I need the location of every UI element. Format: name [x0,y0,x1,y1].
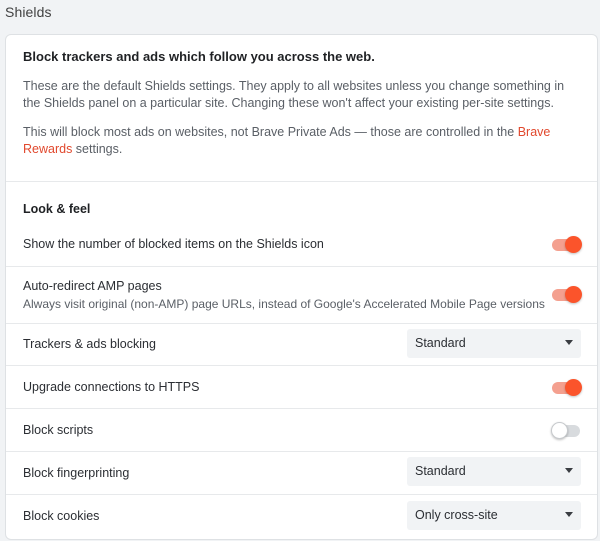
intro-ads-note-text: This will block most ads on websites, no… [23,125,518,139]
intro-ads-note: This will block most ads on websites, no… [23,124,583,158]
select-value: Standard [415,336,466,350]
upgrade-https-toggle[interactable] [552,379,582,396]
select-value: Only cross-site [415,508,498,522]
section-title-look-and-feel: Look & feel [23,202,91,216]
select-value: Standard [415,464,466,478]
page-title: Shields [5,4,52,20]
setting-row-block-fingerprinting: Block fingerprinting Standard [6,452,597,494]
intro-description: These are the default Shields settings. … [23,79,565,110]
setting-label: Block scripts [23,423,94,437]
setting-label: Upgrade connections to HTTPS [23,380,200,394]
setting-label: Auto-redirect AMP pages [23,279,162,293]
chevron-down-icon [565,512,573,517]
setting-row-auto-redirect-amp: Auto-redirect AMP pages Always visit ori… [6,267,597,323]
setting-label: Trackers & ads blocking [23,337,156,351]
setting-row-block-cookies: Block cookies Only cross-site [6,495,597,539]
setting-row-upgrade-https: Upgrade connections to HTTPS [6,366,597,408]
setting-label: Block fingerprinting [23,466,130,480]
toggle-knob [551,422,568,439]
setting-label: Show the number of blocked items on the … [23,237,324,251]
setting-row-block-scripts: Block scripts [6,409,597,451]
shields-intro: Block trackers and ads which follow you … [6,35,597,182]
chevron-down-icon [565,468,573,473]
toggle-knob [565,286,582,303]
trackers-ads-blocking-select[interactable]: Standard [407,329,581,358]
block-fingerprinting-select[interactable]: Standard [407,457,581,486]
block-cookies-select[interactable]: Only cross-site [407,501,581,530]
shields-settings-card: Block trackers and ads which follow you … [5,34,598,540]
show-blocked-count-toggle[interactable] [552,236,582,253]
block-scripts-toggle[interactable] [551,422,580,439]
setting-sublabel: Always visit original (non-AMP) page URL… [23,297,545,311]
setting-row-trackers-ads-blocking: Trackers & ads blocking Standard [6,324,597,366]
auto-redirect-amp-toggle[interactable] [552,286,582,303]
intro-ads-note-suffix: settings. [72,142,123,156]
setting-row-show-blocked-count: Show the number of blocked items on the … [6,225,597,266]
chevron-down-icon [565,340,573,345]
setting-label: Block cookies [23,509,100,523]
toggle-knob [565,236,582,253]
toggle-knob [565,379,582,396]
intro-heading: Block trackers and ads which follow you … [23,49,375,64]
